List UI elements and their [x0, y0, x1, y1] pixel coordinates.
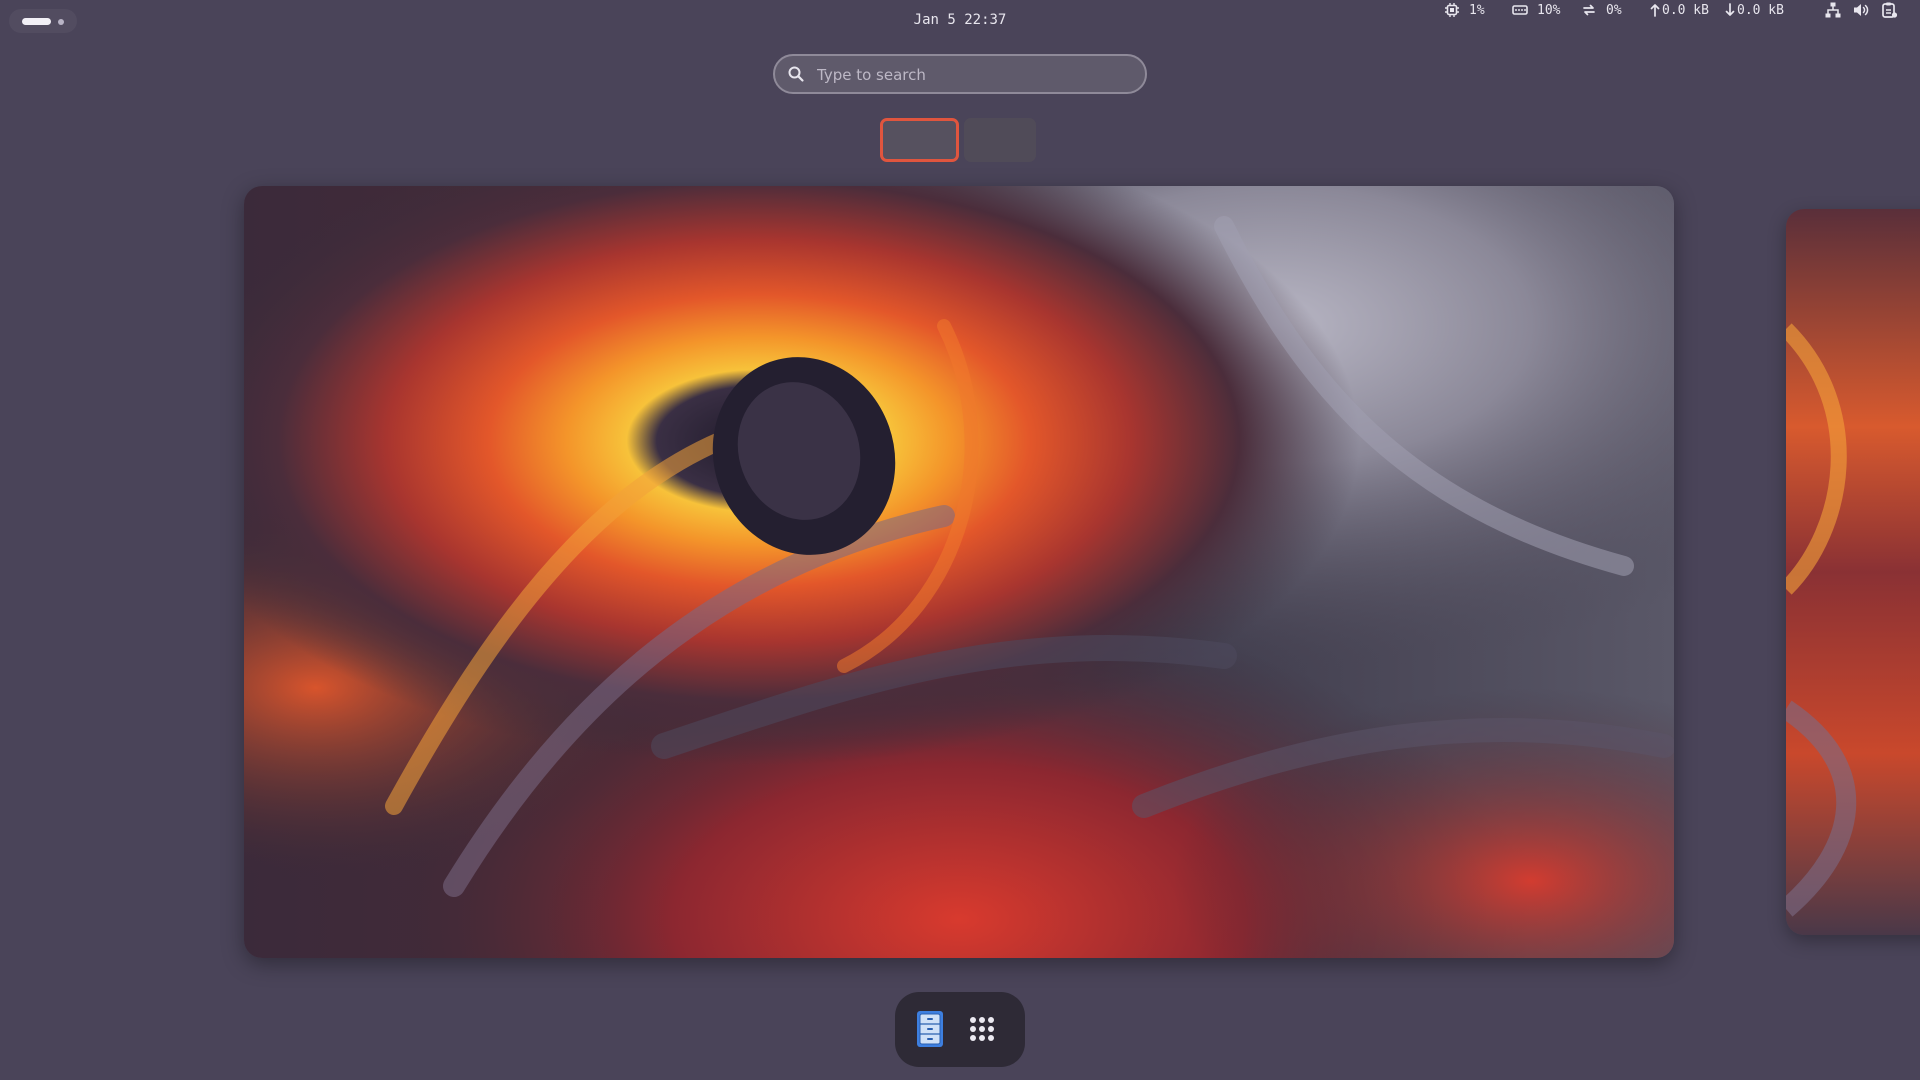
search-input[interactable]: [815, 62, 1125, 88]
search-icon: [787, 65, 805, 87]
arrow-up-icon: [1650, 2, 1660, 18]
memory-indicator[interactable]: 10%: [1512, 0, 1560, 20]
clock[interactable]: Jan 5 22:37: [0, 12, 1920, 28]
files-icon: [905, 1005, 953, 1053]
arrow-down-icon: [1725, 2, 1735, 18]
upload-value: 0.0 kB: [1662, 2, 1709, 18]
swap-indicator[interactable]: 0%: [1581, 0, 1622, 20]
workspace-preview-next[interactable]: [1786, 209, 1920, 935]
cpu-icon: [1444, 2, 1460, 18]
workspace-preview-main[interactable]: [244, 186, 1674, 958]
download-value: 0.0 kB: [1737, 2, 1784, 18]
cpu-value: 1%: [1469, 2, 1485, 18]
upload-indicator[interactable]: 0.0 kB: [1650, 0, 1709, 20]
clipboard-icon[interactable]: [1880, 0, 1898, 20]
workspace-thumbnail-1[interactable]: [880, 118, 959, 162]
dock: [895, 992, 1025, 1067]
app-grid-icon: [958, 1005, 1006, 1053]
search-entry[interactable]: [773, 54, 1147, 94]
memory-icon: [1512, 2, 1528, 18]
network-icon[interactable]: [1824, 0, 1842, 20]
download-indicator[interactable]: 0.0 kB: [1725, 0, 1784, 20]
swap-icon: [1581, 2, 1597, 18]
workspace-thumbnail-2[interactable]: [964, 118, 1036, 162]
memory-value: 10%: [1537, 2, 1561, 18]
files-app-button[interactable]: [905, 1005, 953, 1053]
cpu-indicator[interactable]: 1%: [1444, 0, 1485, 20]
swap-value: 0%: [1606, 2, 1622, 18]
wallpaper-swirl-partial: [1786, 209, 1920, 935]
wallpaper-swirl: [244, 186, 1674, 958]
volume-icon[interactable]: [1852, 0, 1870, 20]
top-bar: Jan 5 22:37 1% 10% 0% 0.0 kB 0.0 kB: [0, 0, 1920, 42]
show-apps-button[interactable]: [958, 1005, 1006, 1053]
